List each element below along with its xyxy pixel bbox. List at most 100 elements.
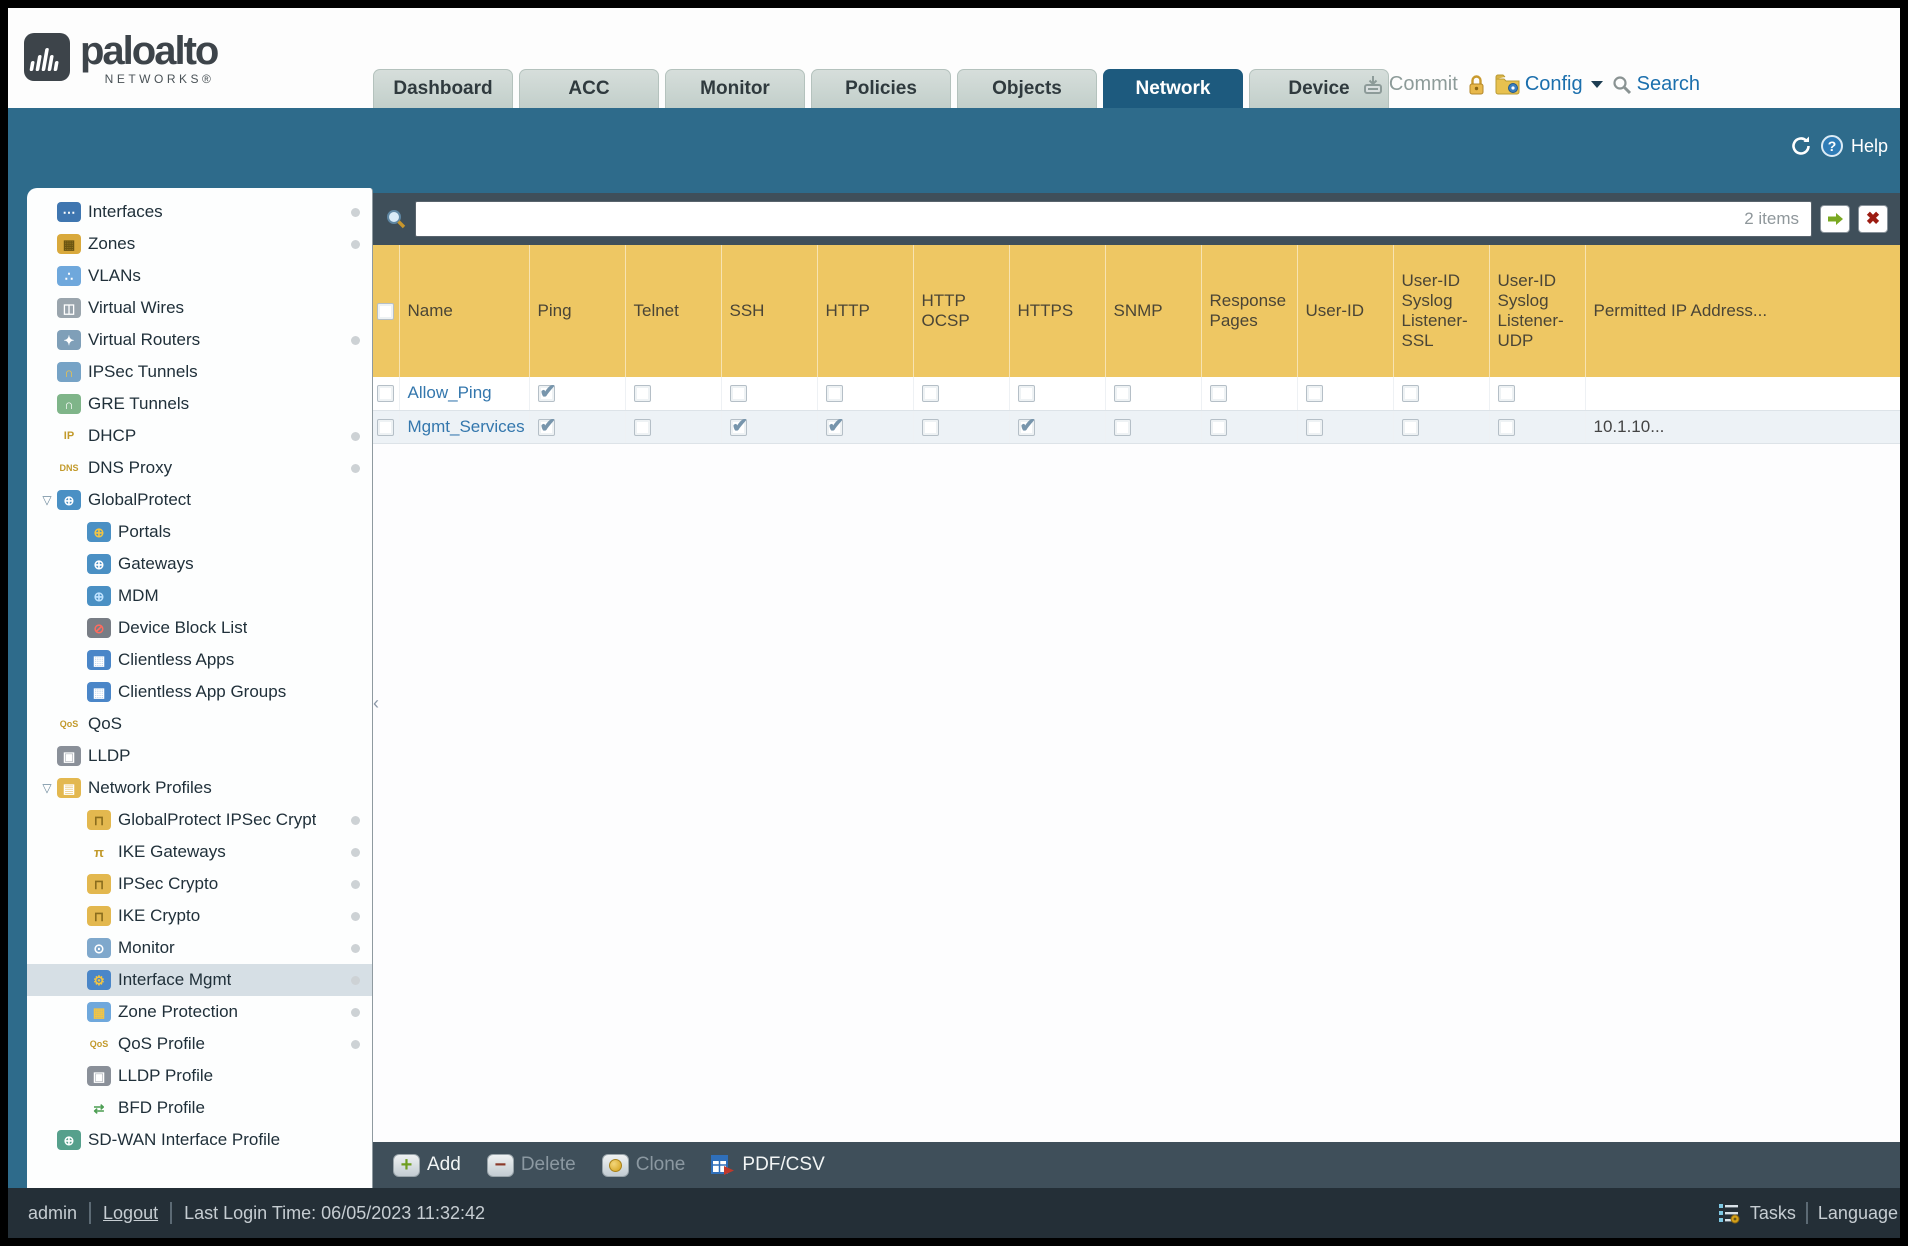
column-header[interactable]: Telnet	[625, 245, 722, 377]
service-checkbox[interactable]	[1017, 385, 1035, 403]
column-header-name[interactable]: Name	[399, 245, 530, 377]
sidebar-item[interactable]: ▦ Zones	[27, 228, 372, 260]
sidebar-item-label: MDM	[118, 586, 159, 605]
sidebar-item[interactable]: ⊓ IPSec Crypto	[27, 868, 372, 900]
service-checkbox[interactable]	[825, 413, 844, 438]
service-checkbox[interactable]	[825, 385, 843, 403]
sidebar-item[interactable]: ▦ Zone Protection	[27, 996, 372, 1028]
sidebar-item[interactable]: ▽ ▤ Network Profiles	[27, 772, 372, 804]
clone-button[interactable]: Clone	[601, 1153, 685, 1177]
apply-filter-button[interactable]	[1820, 205, 1850, 233]
delete-button[interactable]: − Delete	[486, 1153, 576, 1177]
sidebar-item[interactable]: ⚙ Interface Mgmt	[27, 964, 372, 996]
tasks-link[interactable]: Tasks	[1750, 1203, 1796, 1224]
service-checkbox[interactable]	[1209, 385, 1227, 403]
nav-tab[interactable]: ACC	[519, 69, 659, 108]
sidebar-item[interactable]: ⊕ MDM	[27, 580, 372, 612]
nav-tab[interactable]: Network	[1103, 69, 1243, 108]
global-search-button[interactable]: Search	[1612, 73, 1700, 96]
service-checkbox[interactable]	[1497, 418, 1515, 436]
sidebar-item[interactable]: ▦ Clientless Apps	[27, 644, 372, 676]
sidebar-collapse-handle[interactable]: ‹	[373, 693, 379, 714]
refresh-icon[interactable]	[1789, 134, 1813, 158]
nav-tab[interactable]: Monitor	[665, 69, 805, 108]
commit-button[interactable]: Commit	[1362, 73, 1458, 96]
service-checkbox[interactable]	[1113, 418, 1131, 436]
profile-name-link[interactable]: Mgmt_Services	[408, 417, 525, 436]
column-header[interactable]: SNMP	[1105, 245, 1202, 377]
service-checkbox[interactable]	[537, 379, 556, 404]
add-button[interactable]: + Add	[393, 1153, 461, 1177]
service-checkbox[interactable]	[633, 418, 651, 436]
help-label[interactable]: Help	[1851, 136, 1888, 157]
logout-link[interactable]: Logout	[103, 1203, 158, 1224]
sidebar-item[interactable]: ▽ ⊕ GlobalProtect	[27, 484, 372, 516]
service-checkbox[interactable]	[921, 418, 939, 436]
sidebar-item[interactable]: ◫ Virtual Wires	[27, 292, 372, 324]
column-header[interactable]: SSH	[721, 245, 818, 377]
service-checkbox[interactable]	[1113, 385, 1131, 403]
sidebar-item[interactable]: QoS QoS	[27, 708, 372, 740]
service-checkbox[interactable]	[1305, 385, 1323, 403]
service-checkbox[interactable]	[537, 413, 556, 438]
top-header: paloalto NETWORKS® Dashboard ACC Monitor…	[8, 8, 1900, 108]
service-checkbox[interactable]	[729, 385, 747, 403]
sidebar-item[interactable]: π IKE Gateways	[27, 836, 372, 868]
service-checkbox[interactable]	[1017, 413, 1036, 438]
sidebar-item[interactable]: ⊕ Gateways	[27, 548, 372, 580]
row-select-checkbox[interactable]	[377, 418, 394, 436]
sidebar-item[interactable]: ∩ IPSec Tunnels	[27, 356, 372, 388]
clear-filter-button[interactable]: ✖	[1858, 205, 1888, 233]
sidebar-item[interactable]: IP DHCP	[27, 420, 372, 452]
select-all-checkbox[interactable]	[377, 303, 394, 321]
column-header[interactable]: HTTP OCSP	[913, 245, 1010, 377]
sidebar-item[interactable]: ▦ Clientless App Groups	[27, 676, 372, 708]
expander-icon[interactable]: ▽	[37, 493, 57, 507]
column-header[interactable]: Ping	[529, 245, 626, 377]
sidebar-item[interactable]: ▣ LLDP	[27, 740, 372, 772]
column-header[interactable]: User-ID Syslog Listener-UDP	[1489, 245, 1586, 377]
column-header[interactable]: User-ID Syslog Listener-SSL	[1393, 245, 1490, 377]
lock-icon[interactable]	[1467, 74, 1486, 96]
sidebar-item[interactable]: ∩ GRE Tunnels	[27, 388, 372, 420]
sidebar-item[interactable]: QoS QoS Profile	[27, 1028, 372, 1060]
pdf-csv-button[interactable]: PDF/CSV	[711, 1154, 825, 1176]
service-checkbox[interactable]	[1401, 385, 1419, 403]
sidebar-item[interactable]: DNS DNS Proxy	[27, 452, 372, 484]
sidebar-item[interactable]: ⊕ Portals	[27, 516, 372, 548]
column-header-permitted-ip[interactable]: Permitted IP Address...	[1585, 245, 1900, 377]
service-checkbox[interactable]	[1209, 418, 1227, 436]
sidebar-item[interactable]: ⊘ Device Block List	[27, 612, 372, 644]
nav-tab[interactable]: Objects	[957, 69, 1097, 108]
config-menu-button[interactable]: Config	[1495, 73, 1603, 96]
sidebar-item[interactable]: ✦ Virtual Routers	[27, 324, 372, 356]
column-header[interactable]: HTTPS	[1009, 245, 1106, 377]
service-checkbox[interactable]	[921, 385, 939, 403]
sidebar-item[interactable]: ⊕ SD-WAN Interface Profile	[27, 1124, 372, 1156]
column-header[interactable]: Response Pages	[1201, 245, 1298, 377]
service-checkbox[interactable]	[633, 385, 651, 403]
sidebar-item[interactable]: ▣ LLDP Profile	[27, 1060, 372, 1092]
sidebar-item[interactable]: ∴ VLANs	[27, 260, 372, 292]
language-link[interactable]: Language	[1818, 1203, 1898, 1224]
sidebar-item-label: IKE Crypto	[118, 906, 201, 925]
sidebar-item-icon: ⋯	[57, 202, 81, 222]
nav-tab[interactable]: Policies	[811, 69, 951, 108]
service-checkbox[interactable]	[1497, 385, 1515, 403]
row-select-checkbox[interactable]	[377, 385, 394, 403]
help-icon[interactable]: ?	[1820, 135, 1843, 157]
expander-icon[interactable]: ▽	[37, 781, 57, 795]
service-checkbox[interactable]	[1401, 418, 1419, 436]
sidebar-item[interactable]: ⇄ BFD Profile	[27, 1092, 372, 1124]
profile-name-link[interactable]: Allow_Ping	[408, 383, 492, 402]
sidebar-item[interactable]: ⊓ GlobalProtect IPSec Crypto	[27, 804, 372, 836]
column-header[interactable]: HTTP	[817, 245, 914, 377]
filter-input[interactable]	[416, 209, 1745, 229]
service-checkbox[interactable]	[729, 413, 748, 438]
sidebar-item[interactable]: ⋯ Interfaces	[27, 196, 372, 228]
sidebar-item[interactable]: ⊙ Monitor	[27, 932, 372, 964]
column-header[interactable]: User-ID	[1297, 245, 1394, 377]
service-checkbox[interactable]	[1305, 418, 1323, 436]
sidebar-item[interactable]: ⊓ IKE Crypto	[27, 900, 372, 932]
nav-tab[interactable]: Dashboard	[373, 69, 513, 108]
